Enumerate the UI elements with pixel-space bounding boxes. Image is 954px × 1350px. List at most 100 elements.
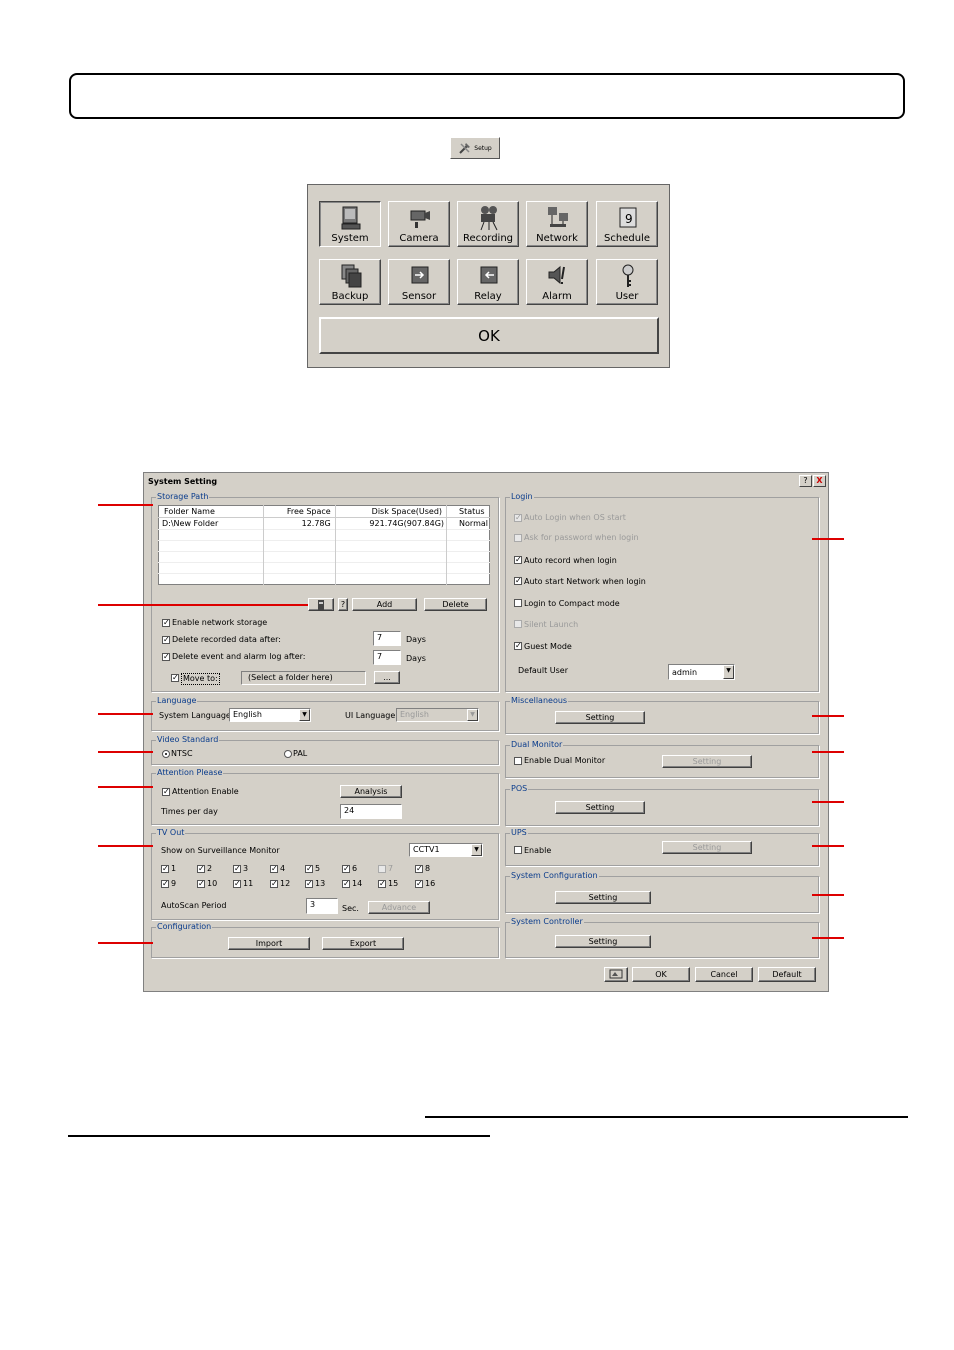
col-disk-space[interactable]: Disk Space(Used): [335, 505, 448, 518]
channel-label: 4: [280, 864, 286, 873]
import-button[interactable]: Import: [228, 937, 310, 950]
enable-dual-monitor-checkbox[interactable]: [514, 757, 522, 765]
channel-checkbox[interactable]: ✓: [270, 880, 278, 888]
guest-mode-checkbox[interactable]: ✓: [514, 642, 522, 650]
ups-setting-button[interactable]: Setting: [662, 841, 752, 854]
col-folder-name[interactable]: Folder Name: [158, 505, 265, 518]
menu-user-button[interactable]: User: [596, 259, 658, 305]
channel-label: 11: [243, 879, 254, 888]
storage-add-button[interactable]: Add: [352, 598, 417, 611]
menu-system-button[interactable]: System: [319, 201, 381, 247]
system-language-select[interactable]: English ▼: [229, 708, 311, 722]
ups-enable-checkbox[interactable]: [514, 846, 522, 854]
surveillance-monitor-select[interactable]: CCTV1 ▼: [409, 843, 483, 857]
channel-checkbox[interactable]: ✓: [233, 865, 241, 873]
menu-network-label: Network: [536, 233, 578, 244]
channel-checkbox[interactable]: ✓: [415, 880, 423, 888]
help-button[interactable]: ?: [799, 475, 812, 487]
channel-checkbox[interactable]: ✓: [378, 880, 386, 888]
move-to-folder-field[interactable]: (Select a folder here): [241, 671, 366, 685]
channel-checkbox[interactable]: [378, 865, 386, 873]
days-label: Days: [406, 654, 426, 663]
setup-button-label: Setup: [474, 144, 492, 152]
cell-disk: 921.74G(907.84G): [335, 517, 448, 530]
channel-checkbox[interactable]: ✓: [305, 880, 313, 888]
callout-line: [812, 937, 844, 939]
storage-delete-button[interactable]: Delete: [424, 598, 487, 611]
move-to-checkbox[interactable]: ✓: [171, 674, 179, 682]
enable-network-storage-checkbox[interactable]: ✓: [162, 619, 170, 627]
ask-password-checkbox[interactable]: [514, 534, 522, 542]
channel-checkbox[interactable]: ✓: [161, 865, 169, 873]
silent-launch-checkbox[interactable]: [514, 620, 522, 628]
menu-network-button[interactable]: Network: [526, 201, 588, 247]
compact-mode-checkbox[interactable]: [514, 599, 522, 607]
attention-group: Attention Please: [151, 768, 499, 825]
cancel-button[interactable]: Cancel: [695, 967, 753, 982]
close-button[interactable]: X: [813, 475, 826, 487]
auto-record-checkbox[interactable]: ✓: [514, 556, 522, 564]
chevron-down-icon[interactable]: ▼: [467, 709, 478, 721]
channel-label: 3: [243, 864, 249, 873]
attention-title: Attention Please: [156, 768, 224, 778]
channel-checkbox[interactable]: ✓: [233, 880, 241, 888]
menu-ok-button[interactable]: OK: [319, 317, 659, 354]
channel-checkbox[interactable]: ✓: [305, 865, 313, 873]
ntsc-radio[interactable]: [162, 750, 170, 758]
channel-checkbox[interactable]: ✓: [270, 865, 278, 873]
pos-setting-button[interactable]: Setting: [555, 801, 645, 814]
col-status[interactable]: Status: [447, 506, 490, 518]
menu-backup-button[interactable]: Backup: [319, 259, 381, 305]
delete-recorded-checkbox[interactable]: ✓: [162, 636, 170, 644]
default-user-select[interactable]: admin ▼: [668, 664, 735, 680]
pal-radio[interactable]: [284, 750, 292, 758]
channel-label: 1: [171, 864, 177, 873]
menu-sensor-button[interactable]: Sensor: [388, 259, 450, 305]
auto-network-checkbox[interactable]: ✓: [514, 577, 522, 585]
channel-checkbox[interactable]: ✓: [415, 865, 423, 873]
sysconf-setting-button[interactable]: Setting: [555, 891, 651, 904]
dual-setting-button[interactable]: Setting: [662, 755, 752, 768]
channel-checkbox[interactable]: ✓: [342, 880, 350, 888]
times-per-day-input[interactable]: 24: [340, 804, 402, 819]
menu-camera-button[interactable]: Camera: [388, 201, 450, 247]
chevron-down-icon[interactable]: ▼: [299, 709, 310, 721]
advance-button[interactable]: Advance: [368, 901, 430, 914]
col-free-space[interactable]: Free Space: [263, 505, 336, 518]
ui-language-select[interactable]: English ▼: [396, 708, 479, 722]
channel-checkbox[interactable]: ✓: [342, 865, 350, 873]
analysis-button[interactable]: Analysis: [340, 785, 402, 798]
default-button[interactable]: Default: [758, 967, 816, 982]
export-button[interactable]: Export: [322, 937, 404, 950]
storage-help-button[interactable]: ?: [338, 598, 348, 611]
menu-alarm-button[interactable]: Alarm: [526, 259, 588, 305]
disk-icon: [318, 600, 324, 610]
menu-schedule-button[interactable]: 9 Schedule: [596, 201, 658, 247]
chevron-down-icon[interactable]: ▼: [471, 844, 482, 856]
relay-icon: [480, 266, 498, 284]
table-row[interactable]: D:\New Folder 12.78G 921.74G(907.84G) No…: [158, 517, 490, 530]
video-standard-group: Video Standard: [151, 735, 499, 765]
autoscan-period-input[interactable]: 3: [306, 898, 338, 914]
chevron-down-icon[interactable]: ▼: [723, 665, 734, 679]
channel-checkbox[interactable]: ✓: [197, 880, 205, 888]
callout-line: [98, 942, 153, 944]
menu-relay-button[interactable]: Relay: [457, 259, 519, 305]
sysctrl-setting-button[interactable]: Setting: [555, 935, 651, 948]
channel-label: 7: [388, 864, 394, 873]
channel-checkbox[interactable]: ✓: [161, 880, 169, 888]
browse-folder-button[interactable]: ...: [374, 671, 400, 684]
delete-recorded-days-input[interactable]: 7: [373, 631, 401, 646]
misc-setting-button[interactable]: Setting: [555, 711, 645, 724]
version-info-button[interactable]: [604, 967, 628, 982]
storage-device-button[interactable]: [308, 598, 334, 611]
delete-event-days-input[interactable]: 7: [373, 650, 401, 665]
setup-button[interactable]: Setup: [450, 137, 500, 159]
menu-recording-button[interactable]: Recording: [457, 201, 519, 247]
delete-event-checkbox[interactable]: ✓: [162, 653, 170, 661]
auto-login-checkbox[interactable]: ✓: [514, 514, 522, 522]
storage-table[interactable]: Folder Name Free Space Disk Space(Used) …: [158, 505, 490, 585]
ok-button[interactable]: OK: [632, 967, 690, 982]
channel-checkbox[interactable]: ✓: [197, 865, 205, 873]
attention-enable-checkbox[interactable]: ✓: [162, 788, 170, 796]
